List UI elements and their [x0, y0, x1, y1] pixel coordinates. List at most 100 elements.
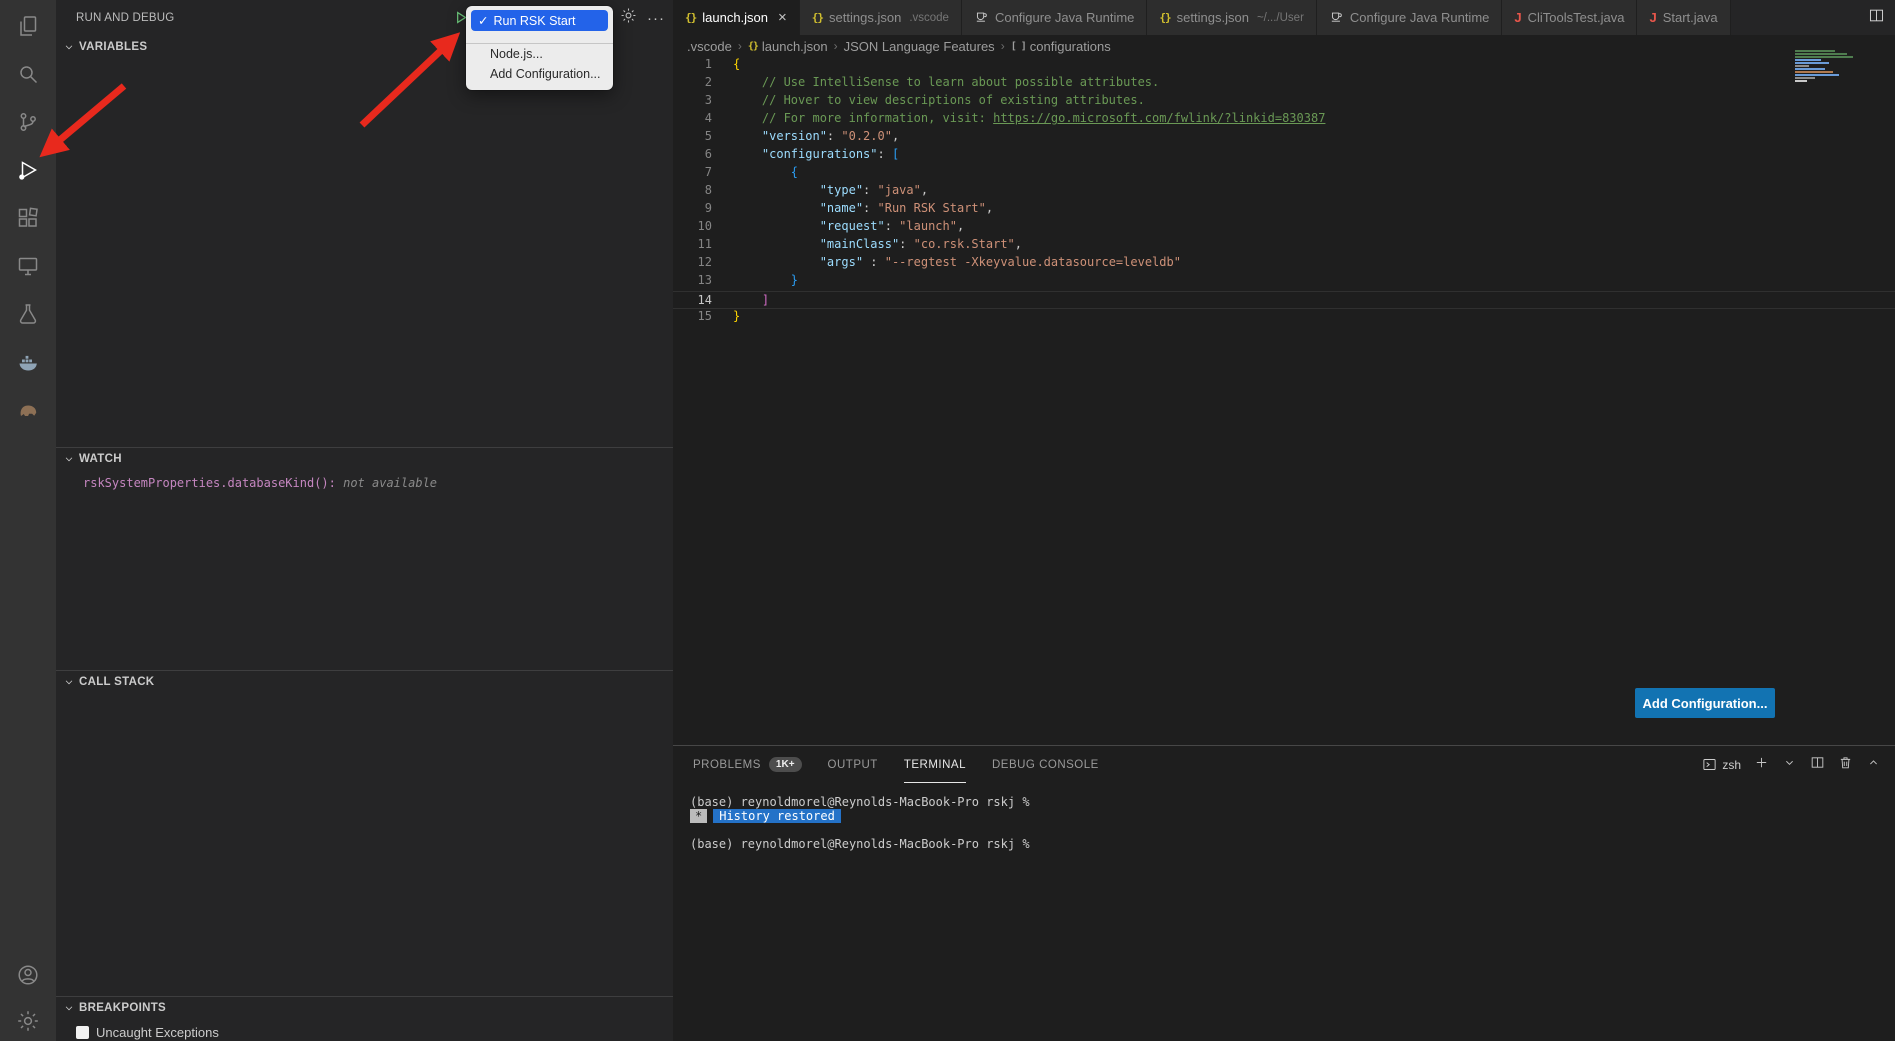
editor-tab-settings-json[interactable]: {}settings.json ~/.../User [1147, 0, 1317, 35]
editor-tab-clitoolstest-java[interactable]: JCliToolsTest.java [1502, 0, 1637, 35]
code-line-14[interactable]: 14 ] [673, 291, 1895, 309]
json-braces-icon: {} [748, 41, 758, 52]
line-number: 11 [673, 237, 712, 255]
more-actions-icon[interactable]: ··· [647, 10, 665, 27]
line-number: 14 [673, 292, 712, 308]
code-line-7[interactable]: 7 { [673, 165, 1895, 183]
code-editor[interactable]: 1 { 2 // Use IntelliSense to learn about… [673, 57, 1895, 327]
terminal-line: *History restored [690, 809, 1895, 823]
launch-settings-gear-icon[interactable] [620, 7, 637, 29]
breadcrumb-separator: › [834, 39, 838, 53]
editor-tab-launch-json[interactable]: {}launch.json × [673, 0, 800, 35]
add-configuration-button[interactable]: Add Configuration... [1635, 688, 1775, 718]
breadcrumb-item[interactable]: [ ]configurations [1011, 39, 1111, 54]
line-number: 9 [673, 201, 712, 219]
code-line-5[interactable]: 5 "version": "0.2.0", [673, 129, 1895, 147]
line-number: 7 [673, 165, 712, 183]
code-line-13[interactable]: 13 } [673, 273, 1895, 291]
breadcrumb-separator: › [738, 39, 742, 53]
activity-bar-gradle-icon[interactable] [14, 396, 42, 424]
editor-tab-bar: {}launch.json × {}settings.json .vscode … [673, 0, 1895, 35]
activity-bar-remote-explorer-icon[interactable] [14, 252, 42, 280]
terminal-output[interactable]: (base) reynoldmorel@Reynolds-MacBook-Pro… [673, 783, 1895, 851]
panel-tab-problems[interactable]: PROBLEMS 1K+ [693, 746, 802, 783]
shell-selector[interactable]: zsh [1702, 757, 1741, 772]
debug-config-dropdown: ✓ Run RSK Start Node.js...Add Configurat… [466, 6, 613, 90]
code-line-2[interactable]: 2 // Use IntelliSense to learn about pos… [673, 75, 1895, 93]
line-number: 6 [673, 147, 712, 165]
code-line-8[interactable]: 8 "type": "java", [673, 183, 1895, 201]
panel-actions: zsh [1702, 755, 1895, 775]
terminal-line: (base) reynoldmorel@Reynolds-MacBook-Pro… [690, 837, 1895, 851]
line-number: 2 [673, 75, 712, 93]
editor-group: {}launch.json × {}settings.json .vscode … [673, 0, 1895, 1041]
line-number: 8 [673, 183, 712, 201]
call-stack-section-header[interactable]: CALL STACK [56, 671, 673, 693]
kill-terminal-icon[interactable] [1838, 755, 1853, 775]
line-number: 4 [673, 111, 712, 129]
editor-tab-settings-json[interactable]: {}settings.json .vscode [800, 0, 962, 35]
code-line-10[interactable]: 10 "request": "launch", [673, 219, 1895, 237]
activity-bar-source-control-icon[interactable] [14, 108, 42, 136]
watch-expression-row[interactable]: rskSystemProperties.databaseKind(): not … [56, 476, 673, 490]
code-line-12[interactable]: 12 "args" : "--regtest -Xkeyvalue.dataso… [673, 255, 1895, 273]
minimap[interactable] [1795, 50, 1859, 83]
breakpoints-section-header[interactable]: BREAKPOINTS [56, 997, 673, 1019]
line-number: 1 [673, 57, 712, 75]
line-number: 15 [673, 309, 712, 327]
code-line-3[interactable]: 3 // Hover to view descriptions of exist… [673, 93, 1895, 111]
watch-section-header[interactable]: WATCH [56, 448, 673, 470]
chevron-down-icon [63, 676, 75, 688]
activity-bar-testing-icon[interactable] [14, 300, 42, 328]
breadcrumb: .vscode › {}launch.json › JSON Language Feat… [673, 35, 1895, 57]
line-number: 12 [673, 255, 712, 273]
java-cup-icon [974, 9, 989, 27]
terminal-line: (base) reynoldmorel@Reynolds-MacBook-Pro… [690, 795, 1895, 809]
chevron-down-icon [63, 41, 75, 53]
maximize-panel-icon[interactable] [1866, 755, 1881, 775]
code-line-1[interactable]: 1 { [673, 57, 1895, 75]
dropdown-item-add-configuration-[interactable]: Add Configuration... [466, 64, 613, 84]
split-terminal-icon[interactable] [1810, 755, 1825, 775]
activity-bar-explorer-icon[interactable] [14, 12, 42, 40]
activity-bar-run-and-debug-icon[interactable] [14, 156, 42, 184]
code-line-11[interactable]: 11 "mainClass": "co.rsk.Start", [673, 237, 1895, 255]
terminal-dropdown-icon[interactable] [1782, 755, 1797, 775]
editor-tab-configure-java-runtime[interactable]: Configure Java Runtime [962, 0, 1147, 35]
close-tab-icon[interactable]: × [778, 10, 787, 25]
dropdown-selected-item[interactable]: ✓ Run RSK Start [471, 10, 608, 31]
activity-bar-docker-icon[interactable] [14, 348, 42, 376]
editor-tab-start-java[interactable]: JStart.java [1637, 0, 1730, 35]
bottom-panel: PROBLEMS 1K+ OUTPUT TERMINAL DEBUG CONSO… [673, 745, 1895, 1041]
code-line-4[interactable]: 4 // For more information, visit: https:… [673, 111, 1895, 129]
panel-tab-terminal[interactable]: TERMINAL [904, 746, 966, 783]
array-icon: [ ] [1011, 41, 1026, 52]
java-cup-icon [1329, 9, 1344, 27]
breakpoint-row: Uncaught Exceptions [56, 1025, 673, 1040]
editor-tab-configure-java-runtime[interactable]: Configure Java Runtime [1317, 0, 1502, 35]
panel-tab-output[interactable]: OUTPUT [828, 746, 878, 783]
activity-bar [0, 0, 56, 1041]
terminal-icon [1702, 757, 1717, 772]
code-line-6[interactable]: 6 "configurations": [ [673, 147, 1895, 165]
vscode-window: RUN AND DEBUG ··· VARIABLES WATCH [0, 0, 1895, 1041]
line-number: 5 [673, 129, 712, 147]
chevron-down-icon [63, 1002, 75, 1014]
activity-bar-search-icon[interactable] [14, 60, 42, 88]
breadcrumb-item[interactable]: JSON Language Features [844, 39, 995, 54]
panel-tab-debug-console[interactable]: DEBUG CONSOLE [992, 746, 1099, 783]
split-editor-icon[interactable] [1868, 7, 1885, 29]
terminal-line [690, 823, 1895, 837]
run-and-debug-sidebar: RUN AND DEBUG ··· VARIABLES WATCH [56, 0, 673, 1041]
code-line-15[interactable]: 15 } [673, 309, 1895, 327]
uncaught-exceptions-checkbox[interactable] [76, 1026, 89, 1039]
code-line-9[interactable]: 9 "name": "Run RSK Start", [673, 201, 1895, 219]
activity-bar-accounts-icon[interactable] [14, 961, 42, 989]
breadcrumb-item[interactable]: {}launch.json [748, 39, 828, 54]
line-number: 13 [673, 273, 712, 291]
dropdown-item-node-js-[interactable]: Node.js... [466, 44, 613, 64]
breadcrumb-item[interactable]: .vscode [687, 39, 732, 54]
activity-bar-extensions-icon[interactable] [14, 204, 42, 232]
activity-bar-settings-icon[interactable] [14, 1007, 42, 1035]
new-terminal-icon[interactable] [1754, 755, 1769, 775]
